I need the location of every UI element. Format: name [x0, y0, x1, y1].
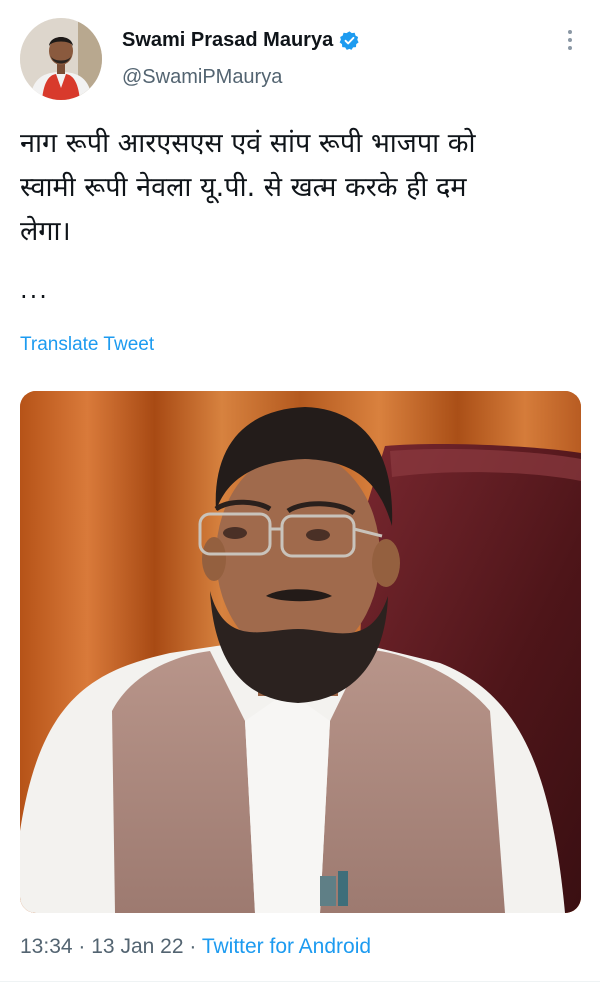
tweet-time[interactable]: 13:34	[20, 935, 73, 958]
tweet-metadata: 13:34 · 13 Jan 22 · Twitter for Android	[20, 935, 371, 959]
author-display-name[interactable]: Swami Prasad Maurya	[122, 29, 333, 52]
more-options-icon[interactable]	[566, 30, 574, 54]
author-avatar[interactable]	[20, 18, 102, 100]
author-handle[interactable]: @SwamiPMaurya	[122, 66, 360, 89]
tweet-media-photo[interactable]	[20, 391, 581, 913]
tweet-text-line: स्वामी रूपी नेवला यू.पी. से खत्म करके ही…	[20, 172, 467, 203]
tweet-text-line: लेगा।	[20, 216, 71, 247]
divider	[0, 981, 600, 982]
translate-tweet-link[interactable]: Translate Tweet	[20, 334, 154, 356]
tweet-text-line: नाग रूपी आरएसएस एवं सांप रूपी भाजपा को	[20, 128, 476, 159]
tweet-photo-image	[20, 391, 581, 913]
meta-separator: ·	[78, 935, 86, 958]
verified-badge-icon	[339, 30, 360, 51]
tweet-source-link[interactable]: Twitter for Android	[202, 935, 371, 958]
meta-separator: ·	[189, 935, 197, 958]
tweet-ellipsis: ...	[20, 276, 49, 304]
tweet-header: Swami Prasad Maurya @SwamiPMaurya	[0, 0, 600, 100]
tweet-text: नाग रूपी आरएसएस एवं सांप रूपी भाजपा को स…	[20, 122, 580, 254]
avatar-image	[20, 18, 102, 100]
tweet-date[interactable]: 13 Jan 22	[91, 935, 183, 958]
